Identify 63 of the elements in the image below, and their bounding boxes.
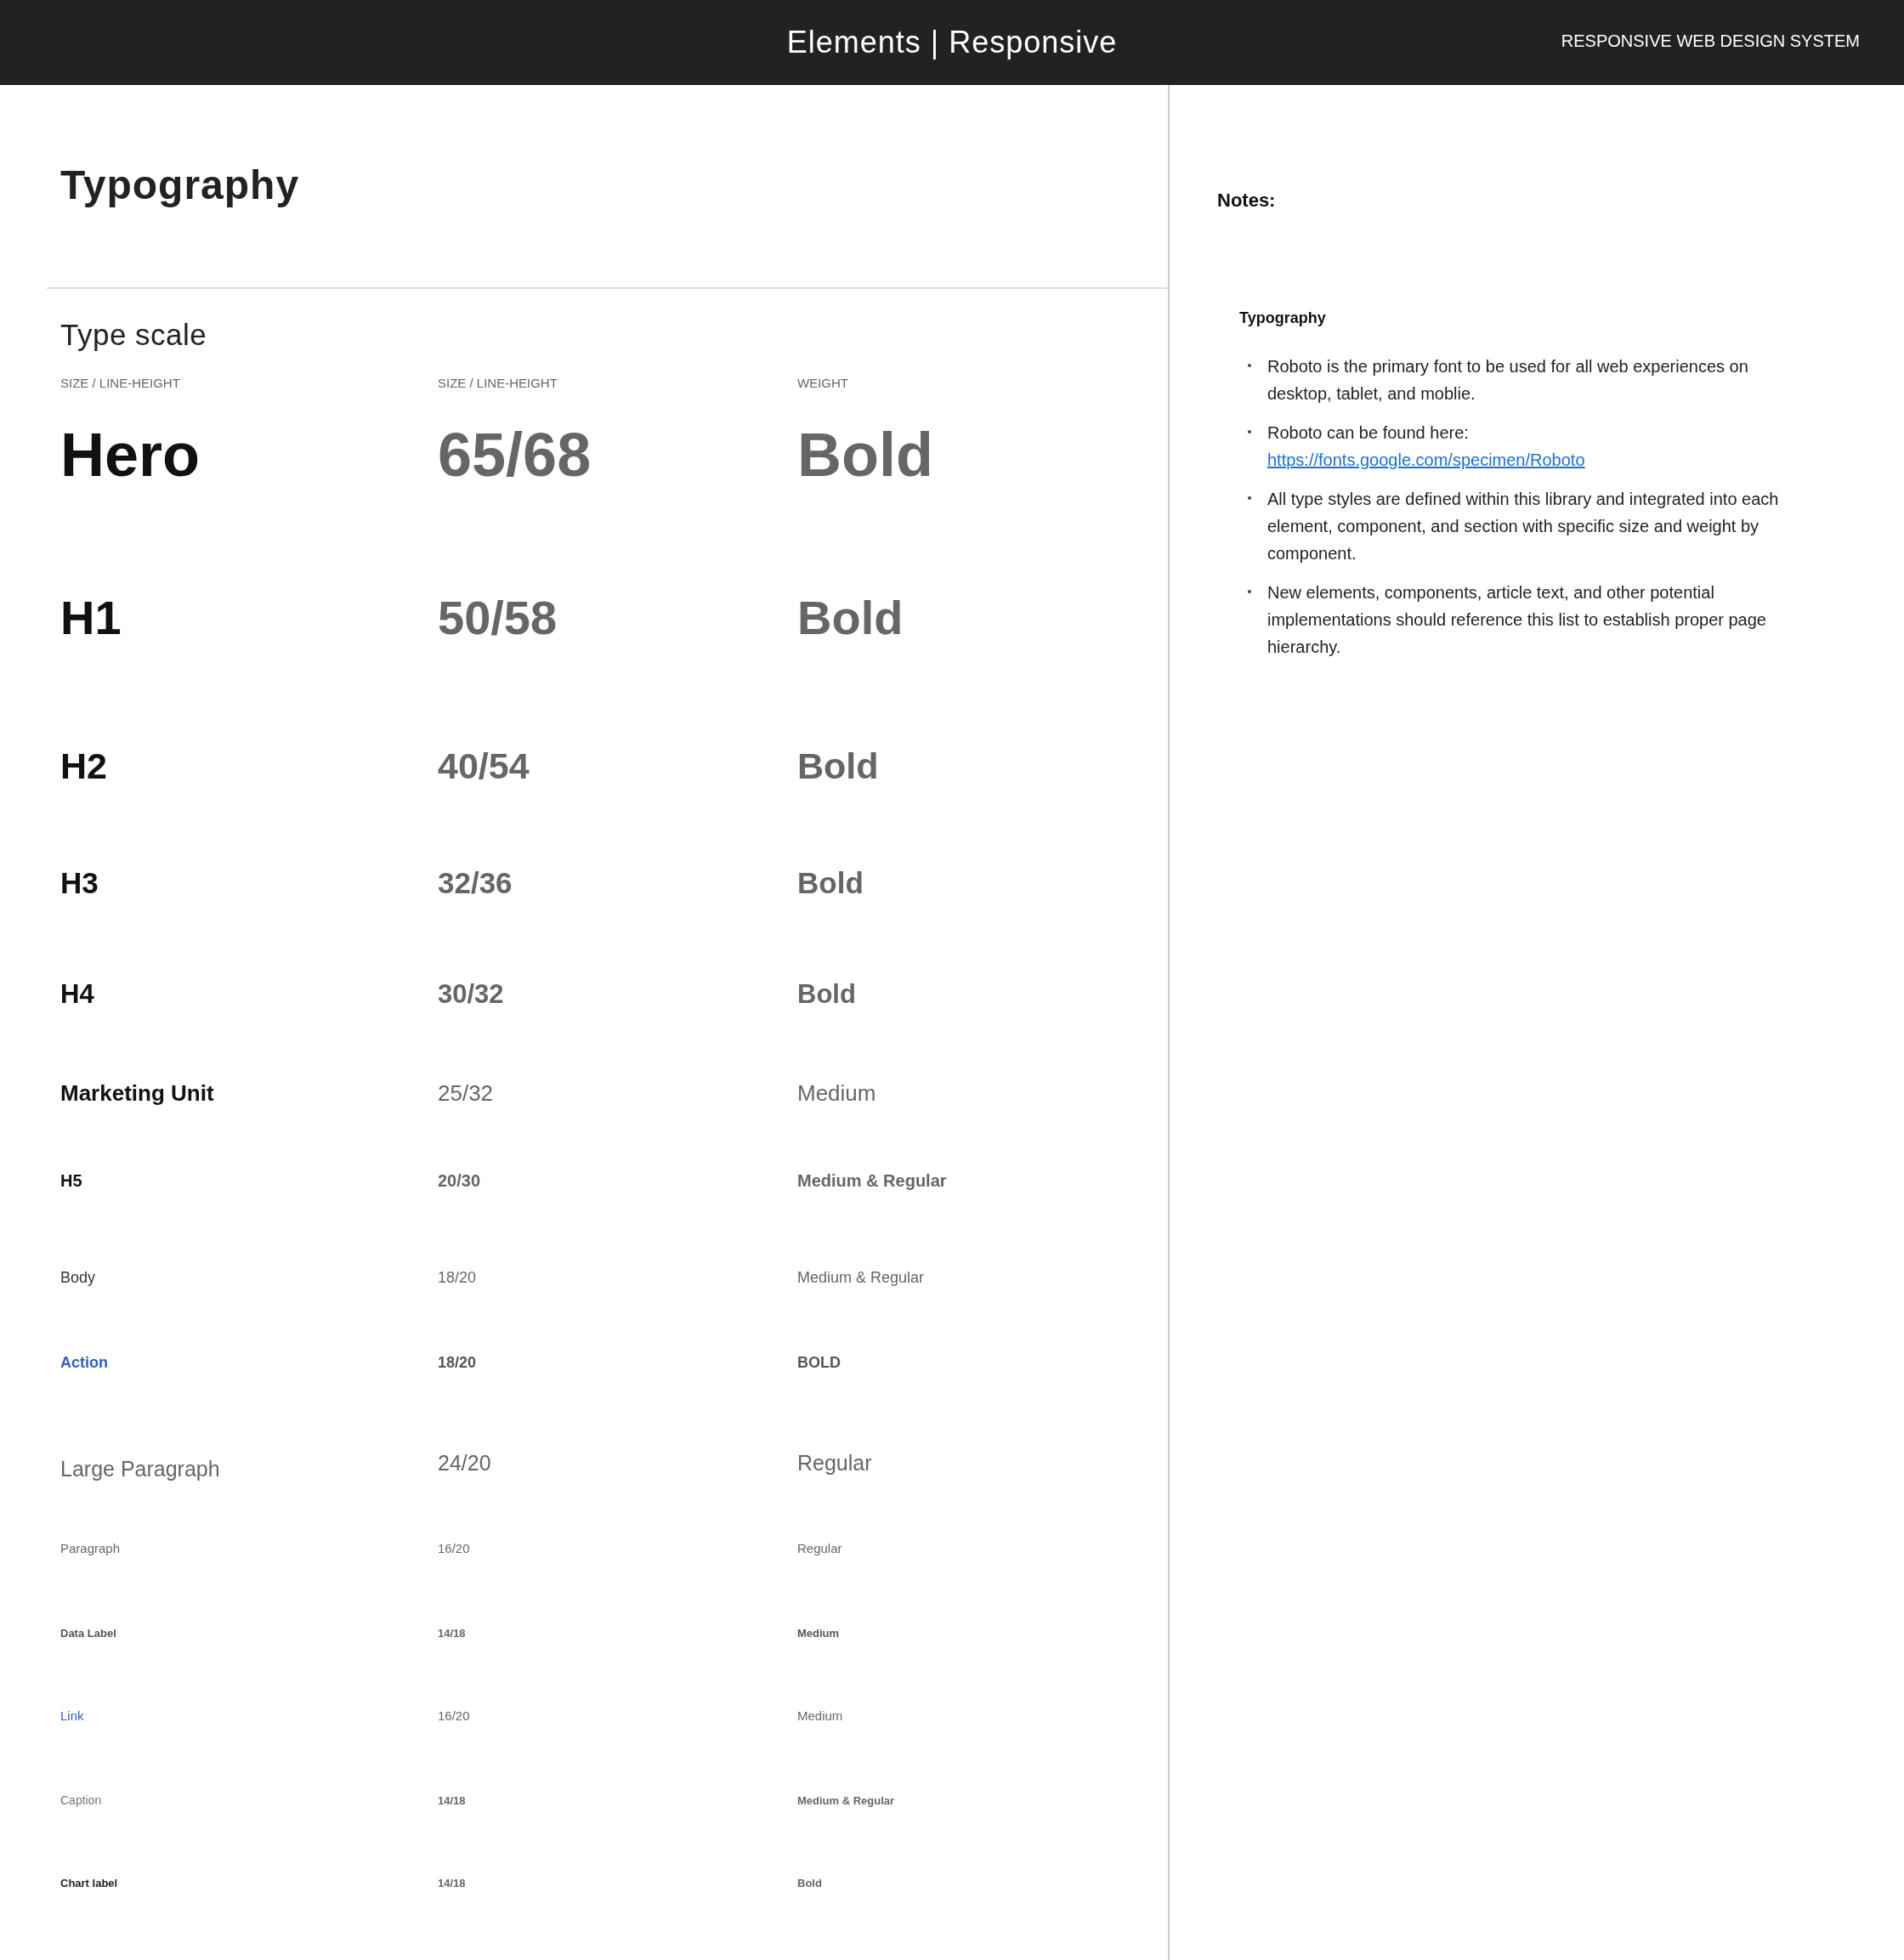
style-name: H3 <box>60 865 99 900</box>
note-text: New elements, components, article text, and other potential implementations should reference this list to establish proper page hierarchy. <box>1267 582 1767 658</box>
size-value: 40/54 <box>438 745 530 787</box>
weight-value: Medium & Regular <box>797 1268 926 1287</box>
style-name: H4 <box>60 979 95 1010</box>
style-name: Chart label <box>60 1876 119 1889</box>
section-heading: Typography <box>60 161 301 209</box>
size-value: 18/20 <box>438 1353 478 1372</box>
column-header: SIZE / LINE-HEIGHT <box>60 376 181 390</box>
size-value: 32/36 <box>438 865 513 900</box>
weight-value: Medium <box>797 1080 877 1107</box>
weight-value: Medium <box>797 1626 841 1640</box>
style-name: Body <box>60 1268 97 1287</box>
weight-value: Bold <box>797 979 857 1010</box>
weight-value: Bold <box>797 745 880 787</box>
weight-value: Medium <box>797 1708 844 1723</box>
weight-value: Regular <box>797 1450 873 1476</box>
size-value: 20/30 <box>438 1170 482 1191</box>
bullet-icon <box>1248 364 1251 367</box>
style-name: Paragraph <box>60 1540 122 1555</box>
size-value: 18/20 <box>438 1268 478 1287</box>
weight-value: Medium & Regular <box>797 1170 948 1191</box>
notes-heading: Notes: <box>1217 190 1277 212</box>
note-text: Roboto is the primary font to be used for all web experiences on desktop, tablet, and moblie. <box>1267 356 1749 405</box>
style-name: Caption <box>60 1793 103 1807</box>
style-name: Link <box>60 1708 85 1723</box>
link[interactable]: https://fonts.google.com/specimen/Roboto <box>1267 450 1585 469</box>
size-value: 25/32 <box>438 1080 495 1107</box>
size-value: 14/18 <box>438 1876 467 1889</box>
weight-value: Medium & Regular <box>797 1793 896 1807</box>
style-name: Hero <box>60 420 201 490</box>
size-value: 65/68 <box>438 420 592 490</box>
size-value: 30/32 <box>438 979 505 1010</box>
style-name: Action <box>60 1353 109 1372</box>
size-value: 14/18 <box>438 1626 467 1640</box>
system-name: RESPONSIVE WEB DESIGN SYSTEM <box>1561 31 1860 51</box>
weight-value: Regular <box>797 1540 843 1555</box>
weight-value: Bold <box>797 589 904 645</box>
weight-value: Bold <box>797 420 934 490</box>
size-value: 24/20 <box>438 1450 492 1476</box>
style-name: Large Paragraph <box>60 1455 221 1481</box>
note-text: Roboto can be found here: https://fonts.google.com/specimen/Roboto <box>1267 422 1585 471</box>
bullet-icon <box>1248 590 1251 593</box>
subsection-heading: Type scale <box>60 317 208 352</box>
bullet-icon <box>1248 496 1251 500</box>
style-name: H1 <box>60 589 122 645</box>
notes-subheading: Typography <box>1239 309 1327 327</box>
size-value: 14/18 <box>438 1793 467 1807</box>
column-header: WEIGHT <box>797 376 849 390</box>
note-text: All type styles are defined within this library and integrated into each element, component, and section with specific size and weight by component. <box>1267 489 1780 564</box>
style-name: H2 <box>60 745 108 787</box>
style-name: Marketing Unit <box>60 1080 215 1107</box>
style-name: Data Label <box>60 1626 117 1640</box>
size-value: 16/20 <box>438 1708 471 1723</box>
column-header: SIZE / LINE-HEIGHT <box>438 376 558 390</box>
size-value: 16/20 <box>438 1540 471 1555</box>
weight-value: BOLD <box>797 1353 842 1372</box>
weight-value: Bold <box>797 1876 823 1889</box>
bullet-icon <box>1248 430 1251 433</box>
size-value: 50/58 <box>438 589 558 645</box>
style-name: H5 <box>60 1170 83 1191</box>
page-title: Elements | Responsive <box>786 25 1118 60</box>
weight-value: Bold <box>797 865 864 900</box>
